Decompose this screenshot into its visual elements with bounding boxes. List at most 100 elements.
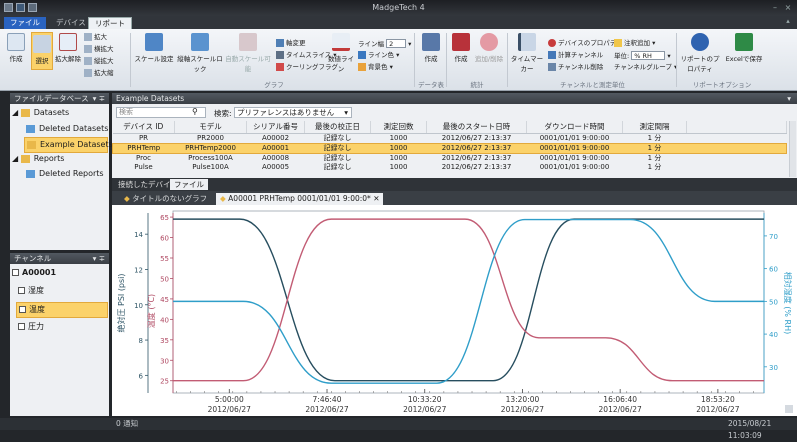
tab-file[interactable]: ファイル	[4, 17, 46, 29]
table-row[interactable]: Pulse Pulse100A A00005 記録なし 1000 2012/06/27 2…	[113, 163, 787, 172]
close-tab-icon[interactable]: ✕	[373, 194, 379, 203]
trash-icon	[26, 169, 35, 178]
add-remove-button[interactable]: 追加/削除	[474, 33, 504, 63]
column-header[interactable]: 最後のスタート日時	[426, 121, 527, 134]
y-tick-label-temperature: 45	[160, 296, 169, 304]
auto-scale-icon	[239, 33, 257, 51]
search-icon[interactable]: ⚲	[192, 107, 198, 116]
table-cell: 2012/06/27 2:13:37	[441, 153, 512, 162]
unit-select[interactable]: 単位: % RH ▾	[614, 51, 671, 61]
table-header-row: デバイス ID モデル シリアル番号 最後の校正日 測定回数 最後のスタート日時…	[112, 121, 787, 134]
enlarge-button[interactable]: 拡大	[84, 33, 107, 42]
chart-area[interactable]: 14 12 10 8 6 絶対圧 PSI (psi) 65 60 55 50 45 40 35 30 25 温…	[112, 205, 797, 416]
table-cell: 0001/01/01 9:00:00	[539, 153, 610, 162]
plot-frame	[172, 210, 765, 394]
preference-select[interactable]: プリファレンスはありません ▾	[234, 107, 352, 118]
column-header[interactable]: 測定回数	[370, 121, 427, 134]
zoom-vertical-button[interactable]: 縦拡大	[84, 57, 114, 66]
y-axis-label-temperature: 温度 (°C)	[146, 294, 156, 328]
tab-file-pane[interactable]: ファイル	[170, 179, 208, 190]
status-bar: 0 通知 2015/08/21 11:03:09	[0, 418, 797, 440]
tree-item-deleted-datasets[interactable]: Deleted Datasets	[26, 122, 108, 136]
table-scrollbar[interactable]	[789, 121, 796, 177]
table-cell: 記録なし	[323, 143, 352, 152]
time-marker-button[interactable]: タイムマーカー	[510, 33, 544, 73]
close-icon[interactable]: ×	[783, 3, 793, 12]
annotation-add-button[interactable]: 注釈追加 ▾	[614, 39, 655, 48]
report-properties-button[interactable]: リポートのプロパティ	[678, 33, 722, 73]
zoom-horizontal-button[interactable]: 横拡大	[84, 45, 114, 54]
zoom-in-button[interactable]: 拡大縮	[84, 69, 114, 78]
channel-group-button[interactable]: チャンネルグループ ▾	[614, 63, 677, 72]
column-header[interactable]: モデル	[174, 121, 247, 134]
stats-create-button[interactable]: 作成	[449, 33, 473, 63]
column-header[interactable]: 最後の校正日	[304, 121, 371, 134]
table-row[interactable]: PR PR2000 A00002 記録なし 1000 2012/06/27 2:13:37…	[113, 133, 787, 143]
create-graph-button[interactable]: 作成	[4, 33, 28, 63]
note-icon	[614, 39, 622, 47]
table-cell: 1000	[389, 143, 408, 152]
tab-report[interactable]: リポート	[88, 17, 132, 29]
line-color-button[interactable]: ライン色 ▾	[358, 51, 399, 60]
pane-menu-icon[interactable]: ▾	[787, 93, 791, 104]
line-chart[interactable]: 14 12 10 8 6 絶対圧 PSI (psi) 65 60 55 50 45 40 35 30 25 温…	[112, 205, 797, 416]
select-button[interactable]: 選択	[31, 32, 53, 70]
calc-channel-button[interactable]: 計算チャンネル	[548, 51, 603, 60]
report-options-label: リポートオプション	[692, 81, 752, 89]
column-header[interactable]: ダウンロード時間	[526, 121, 623, 134]
minimize-icon[interactable]: –	[770, 3, 780, 12]
auto-scale-button[interactable]: 自動スケール可能	[224, 33, 272, 73]
data-table-create-button[interactable]: 作成	[418, 33, 444, 63]
channel-item-humidity[interactable]: 湿度	[18, 284, 44, 298]
column-header[interactable]: デバイス ID	[112, 121, 175, 134]
background-color-button[interactable]: 背景色 ▾	[358, 63, 393, 72]
channel-header: チャンネル ▾ ∓	[10, 253, 109, 264]
ribbon-collapse-icon[interactable]: ▴	[783, 17, 793, 26]
tab-active-graph[interactable]: ◆ A00001 PRHTemp 0001/01/01 9:00:0* ✕	[216, 193, 384, 205]
numeric-line-button[interactable]: 数値ライン	[326, 33, 356, 73]
column-header	[686, 121, 787, 134]
channel-pane: A00001 湿度 温度 圧力	[10, 264, 109, 416]
table-cell: Pulse	[134, 162, 153, 171]
checkbox[interactable]	[18, 323, 25, 330]
channel-delete-button[interactable]: チャンネル削除	[548, 63, 603, 72]
zoom-reset-button[interactable]: 拡大解除	[55, 33, 81, 63]
table-row-selected[interactable]: PRHTemp PRHTemp2000 A00001 記録なし 1000 2012/06/…	[112, 143, 787, 153]
tab-device[interactable]: デバイス	[50, 17, 92, 29]
checkbox[interactable]	[19, 306, 26, 313]
checkbox[interactable]	[12, 269, 19, 276]
folder-icon	[27, 140, 36, 149]
y-axis-label-humidity: 相対湿度 (% RH)	[783, 272, 793, 335]
scale-settings-button[interactable]: スケール設定	[134, 33, 174, 63]
device-properties-button[interactable]: デバイスのプロパティ	[548, 39, 622, 48]
tree-item-deleted-reports[interactable]: Deleted Reports	[26, 167, 104, 181]
channel-item-temperature[interactable]: 温度	[16, 302, 108, 318]
channel-device[interactable]: A00001	[12, 266, 56, 280]
channel-measure-group-label: チャンネルと測定単位	[560, 81, 625, 89]
data-group-label: データ表	[418, 81, 444, 89]
line-width-control[interactable]: ライン幅 2 ▾	[358, 39, 411, 49]
table-cell: 1 分	[647, 153, 662, 162]
y-tick-label-temperature: 50	[160, 275, 169, 283]
column-header[interactable]: 測定間隔	[622, 121, 687, 134]
table-cell: 記録なし	[323, 133, 352, 142]
report-props-icon	[691, 33, 709, 51]
tab-untitled-graph[interactable]: ◆ タイトルのないグラフ	[120, 193, 211, 204]
column-header[interactable]: シリアル番号	[246, 121, 305, 134]
excel-save-button[interactable]: Excelで保存	[724, 33, 764, 63]
tree-item-datasets[interactable]: ◢ Datasets	[12, 106, 69, 120]
tree-item-reports[interactable]: ◢ Reports	[12, 152, 64, 166]
file-database-header: ファイルデータベース ▾ ∓	[10, 93, 109, 104]
table-cell: Process100A	[188, 153, 233, 162]
table-row[interactable]: Proc Process100A A00008 記録なし 1000 2012/06/27 …	[113, 153, 787, 163]
channel-item-pressure[interactable]: 圧力	[18, 320, 44, 334]
stats-icon	[452, 33, 470, 51]
axis-change-button[interactable]: 軸変更	[276, 39, 306, 48]
tree-item-example-datasets[interactable]: Example Datasets	[24, 137, 113, 153]
checkbox[interactable]	[18, 287, 25, 294]
pin-icon[interactable]: ▾ ∓	[93, 93, 105, 104]
pin-icon[interactable]: ▾ ∓	[93, 253, 105, 264]
vertical-scale-lock-button[interactable]: 縦軸スケールロック	[176, 33, 224, 73]
line-width-input[interactable]: 2	[386, 39, 407, 48]
y-tick-label-humidity: 40	[769, 331, 778, 339]
